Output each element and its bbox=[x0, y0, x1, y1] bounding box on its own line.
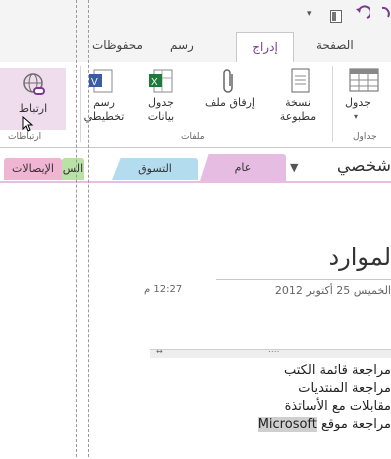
section-tab-green[interactable]: الس bbox=[62, 158, 84, 180]
link-label: ارتباط bbox=[18, 102, 48, 115]
page-time: 12:27 م bbox=[144, 284, 183, 295]
table-icon bbox=[349, 68, 379, 98]
tab-insert[interactable]: إدراج bbox=[236, 32, 294, 64]
page-canvas[interactable]: لموارد الخميس 25 أكتوبر 2012 12:27 م ↔ .… bbox=[0, 181, 391, 459]
ribbon-separator bbox=[332, 66, 333, 142]
notebook-selector[interactable]: شخصي ▼ bbox=[288, 156, 391, 180]
table-dropdown-icon[interactable]: ▾ bbox=[354, 112, 358, 121]
group-label-tables: جداول bbox=[353, 132, 377, 142]
section-tab-receipts[interactable]: الإيصالات bbox=[4, 158, 62, 180]
group-label-links: ارتباطات bbox=[8, 132, 42, 142]
guide-line-left bbox=[76, 0, 77, 457]
section-tab-shopping[interactable]: التسوق bbox=[112, 158, 198, 180]
section-tab-general[interactable]: عام bbox=[200, 154, 286, 181]
page-date: الخميس 25 أكتوبر 2012 bbox=[274, 284, 391, 297]
link-button[interactable]: ارتباط bbox=[0, 68, 66, 132]
page-view-icon[interactable] bbox=[330, 8, 342, 23]
ribbon-tab-bar: محفوظات رسم إدراج الصفحة bbox=[0, 30, 391, 64]
svg-text:X: X bbox=[151, 77, 158, 88]
customize-dropdown-icon[interactable]: ▾ bbox=[307, 9, 312, 19]
visio-icon: V bbox=[88, 68, 116, 98]
note-line-3[interactable]: مقابلات مع الأساتذة bbox=[285, 399, 391, 414]
svg-text:V: V bbox=[91, 77, 98, 88]
highlighted-word: Microsoft bbox=[257, 417, 317, 432]
ribbon-separator bbox=[80, 66, 81, 142]
undo-icon[interactable] bbox=[354, 5, 372, 27]
page-title-underline bbox=[216, 279, 391, 280]
note-container[interactable]: ↔ .... مراجعة قائمة الكتب مراجعة المنتدي… bbox=[150, 345, 391, 432]
notebook-name: شخصي bbox=[336, 156, 391, 176]
note-line-1[interactable]: مراجعة قائمة الكتب bbox=[284, 363, 391, 378]
printout-icon bbox=[291, 68, 311, 98]
printout-button[interactable]: نسخة مطبوعة bbox=[272, 96, 324, 124]
note-line-4-text: مراجعة موقع bbox=[321, 417, 391, 432]
drag-dots-icon[interactable]: .... bbox=[268, 345, 279, 355]
table-button[interactable]: جدول bbox=[338, 96, 378, 110]
tab-page[interactable]: الصفحة bbox=[316, 38, 354, 52]
excel-icon: X bbox=[148, 68, 176, 98]
guide-line-right bbox=[88, 0, 89, 457]
link-globe-icon bbox=[22, 72, 48, 102]
page-title[interactable]: لموارد bbox=[328, 243, 391, 271]
title-bar: ▾ bbox=[0, 0, 391, 30]
notebook-dropdown-icon: ▼ bbox=[290, 161, 299, 174]
tab-history[interactable]: محفوظات bbox=[92, 38, 143, 52]
note-line-2[interactable]: مراجعة المنتديات bbox=[298, 381, 391, 396]
move-handle-icon[interactable]: ↔ bbox=[156, 347, 163, 356]
group-label-files: ملفات bbox=[181, 132, 205, 142]
tab-draw[interactable]: رسم bbox=[170, 38, 194, 52]
note-line-4[interactable]: مراجعة موقع Microsoft bbox=[257, 417, 391, 432]
spreadsheet-button[interactable]: جدول بيانات bbox=[138, 96, 184, 124]
attach-file-button[interactable]: إرفاق ملف bbox=[196, 96, 264, 110]
redo-icon[interactable] bbox=[378, 5, 391, 27]
ribbon: ارتباط ارتباطات V رسم تخطيطي X جدول بيان… bbox=[0, 62, 391, 148]
